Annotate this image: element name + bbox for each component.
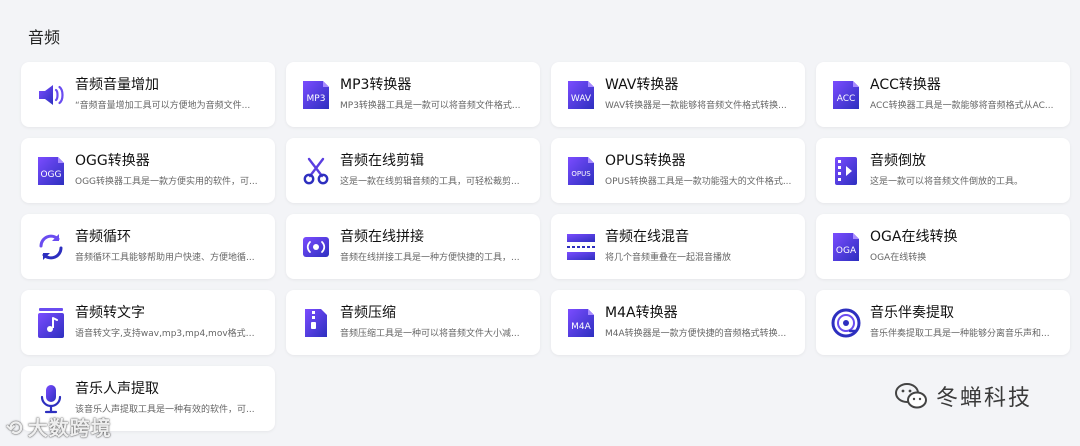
watermark-logo-icon: ⟲ xyxy=(6,416,24,440)
tool-description: 音乐伴奏提取工具是一种能够分离音乐声和... xyxy=(870,329,1050,339)
tool-description: “音频音量增加工具可以方便地为音频文件... xyxy=(75,101,251,111)
tool-title: OGG转换器 xyxy=(75,153,150,169)
film-reverse-icon xyxy=(830,155,862,187)
svg-text:OGA: OGA xyxy=(836,246,857,256)
section-title: 音频 xyxy=(28,28,61,47)
tool-description: 音频压缩工具是一种可以将音频文件大小减... xyxy=(340,329,520,339)
tool-description: 语音转文字,支持wav,mp3,mp4,mov格式中... xyxy=(75,329,263,339)
svg-text:ACC: ACC xyxy=(837,94,856,104)
m4a-file-icon: M4A xyxy=(565,307,597,339)
tool-card-volume-increase[interactable]: 音频音量增加 “音频音量增加工具可以方便地为音频文件... xyxy=(21,62,275,127)
opus-file-icon: OPUS xyxy=(565,155,597,187)
oga-file-icon: OGA xyxy=(830,231,862,263)
tool-description: ACC转换器工具是一款能够将音频格式从AC... xyxy=(870,101,1054,111)
tool-card-ogg-converter[interactable]: OGG OGG转换器 OGG转换器工具是一款方便实用的软件，可... xyxy=(21,138,275,203)
svg-text:OPUS: OPUS xyxy=(571,170,591,178)
tool-title: M4A转换器 xyxy=(605,305,678,321)
svg-text:M4A: M4A xyxy=(571,322,591,332)
tool-description: 这是一款在线剪辑音频的工具，可轻松裁剪... xyxy=(340,177,520,187)
svg-text:MP3: MP3 xyxy=(307,94,326,104)
wav-file-icon: WAV xyxy=(565,79,597,111)
tool-title: 音频在线拼接 xyxy=(340,229,424,245)
vinyl-disc-icon xyxy=(830,307,862,339)
tool-card-wav-converter[interactable]: WAV WAV转换器 WAV转换器是一款能够将音频文件格式转换... xyxy=(551,62,805,127)
tool-title: ACC转换器 xyxy=(870,77,941,93)
tool-card-audio-merge[interactable]: 音频在线拼接 音频在线拼接工具是一种方便快捷的工具，... xyxy=(286,214,540,279)
tool-card-audio-loop[interactable]: 音频循环 音频循环工具能够帮助用户快速、方便地循... xyxy=(21,214,275,279)
tool-card-accompaniment-extract[interactable]: 音乐伴奏提取 音乐伴奏提取工具是一种能够分离音乐声和... xyxy=(816,290,1070,355)
tool-description: 将几个音频重叠在一起混音播放 xyxy=(605,253,732,263)
wechat-icon xyxy=(895,383,927,409)
tool-title: OGA在线转换 xyxy=(870,229,958,245)
tool-card-audio-mix[interactable]: 音频在线混音 将几个音频重叠在一起混音播放 xyxy=(551,214,805,279)
tool-card-mp3-converter[interactable]: MP3 MP3转换器 MP3转换器工具是一款可以将音频文件格式... xyxy=(286,62,540,127)
tool-card-opus-converter[interactable]: OPUS OPUS转换器 OPUS转换器工具是一款功能强大的文件格式... xyxy=(551,138,805,203)
zip-file-icon xyxy=(300,307,332,339)
mp3-file-icon: MP3 xyxy=(300,79,332,111)
tool-description: 音频循环工具能够帮助用户快速、方便地循... xyxy=(75,253,255,263)
music-note-doc-icon xyxy=(35,307,67,339)
tool-title: 音频转文字 xyxy=(75,305,145,321)
ogg-file-icon: OGG xyxy=(35,155,67,187)
audio-merge-icon xyxy=(300,231,332,263)
tool-title: 音乐人声提取 xyxy=(75,381,159,397)
tool-title: 音频音量增加 xyxy=(75,77,159,93)
tool-description: 音频在线拼接工具是一种方便快捷的工具，... xyxy=(340,253,520,263)
svg-text:OGG: OGG xyxy=(40,170,61,180)
tool-card-acc-converter[interactable]: ACC ACC转换器 ACC转换器工具是一款能够将音频格式从AC... xyxy=(816,62,1070,127)
loop-arrows-icon xyxy=(35,231,67,263)
tool-description: 这是一款可以将音频文件倒放的工具。 xyxy=(870,177,1024,187)
tool-title: 音频在线剪辑 xyxy=(340,153,424,169)
acc-file-icon: ACC xyxy=(830,79,862,111)
svg-text:WAV: WAV xyxy=(571,94,592,104)
tool-description: M4A转换器是一款方便快捷的音频格式转换... xyxy=(605,329,787,339)
tool-card-audio-to-text[interactable]: 音频转文字 语音转文字,支持wav,mp3,mp4,mov格式中... xyxy=(21,290,275,355)
tool-card-m4a-converter[interactable]: M4A M4A转换器 M4A转换器是一款方便快捷的音频格式转换... xyxy=(551,290,805,355)
tool-card-oga-converter[interactable]: OGA OGA在线转换 OGA在线转换 xyxy=(816,214,1070,279)
watermark-right: 冬蝉科技 xyxy=(894,380,1032,412)
microphone-icon xyxy=(35,383,67,415)
tool-title: 音频在线混音 xyxy=(605,229,689,245)
tool-card-audio-compress[interactable]: 音频压缩 音频压缩工具是一种可以将音频文件大小减... xyxy=(286,290,540,355)
tool-title: MP3转换器 xyxy=(340,77,412,93)
watermark-left-text: 大数跨境 xyxy=(27,416,112,440)
tool-description: OGG转换器工具是一款方便实用的软件，可... xyxy=(75,177,258,187)
tool-grid: 音频音量增加 “音频音量增加工具可以方便地为音频文件... MP3 MP3转换器… xyxy=(21,62,1070,431)
tool-description: MP3转换器工具是一款可以将音频文件格式... xyxy=(340,101,521,111)
watermark-left: ⟲ 大数跨境 xyxy=(6,412,112,441)
tool-title: 音乐伴奏提取 xyxy=(870,305,954,321)
watermark-right-text: 冬蝉科技 xyxy=(936,386,1033,411)
tool-description: OGA在线转换 xyxy=(870,253,927,263)
speaker-volume-icon xyxy=(35,79,67,111)
tool-description: WAV转换器是一款能够将音频文件格式转换... xyxy=(605,101,787,111)
tool-title: 音频倒放 xyxy=(870,153,926,169)
tool-card-audio-cut[interactable]: 音频在线剪辑 这是一款在线剪辑音频的工具，可轻松裁剪... xyxy=(286,138,540,203)
scissors-icon xyxy=(300,155,332,187)
tool-title: 音频循环 xyxy=(75,229,131,245)
audio-mix-icon xyxy=(565,231,597,263)
tool-title: WAV转换器 xyxy=(605,77,679,93)
tool-title: OPUS转换器 xyxy=(605,153,686,169)
tool-description: OPUS转换器工具是一款功能强大的文件格式... xyxy=(605,177,792,187)
tool-card-audio-reverse[interactable]: 音频倒放 这是一款可以将音频文件倒放的工具。 xyxy=(816,138,1070,203)
tool-title: 音频压缩 xyxy=(340,305,396,321)
